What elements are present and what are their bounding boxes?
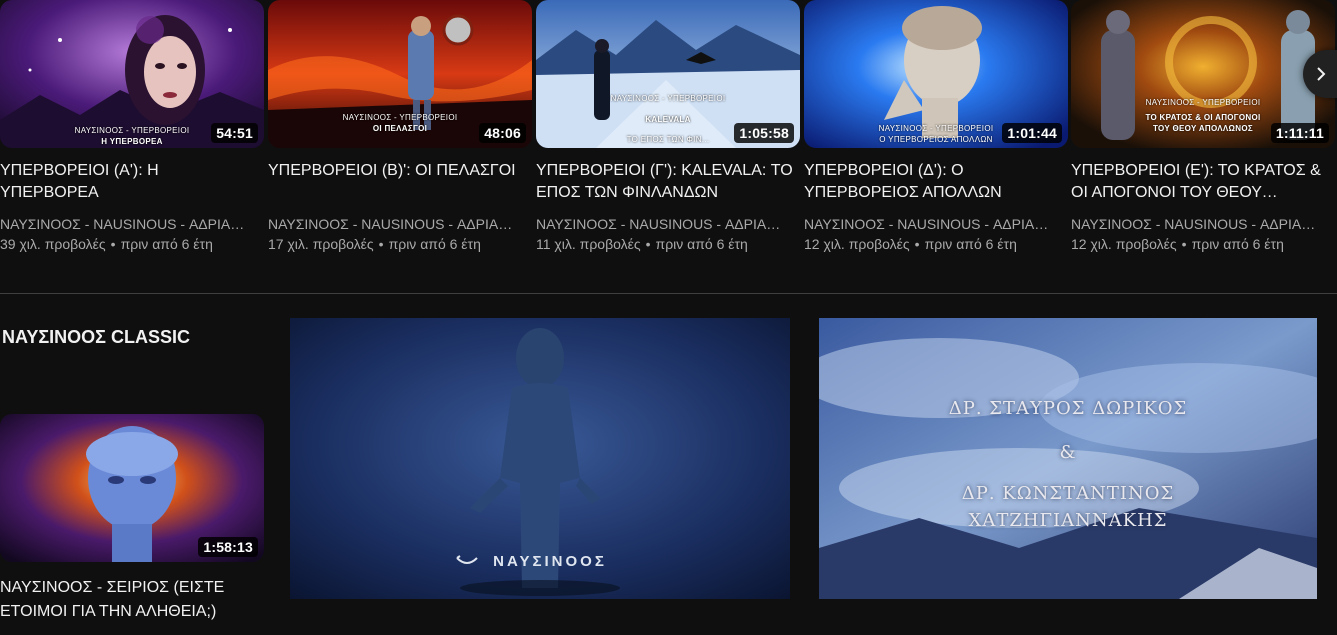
thumbnail-caption: ΝΑΥΣΙΝΟΟΣ - ΥΠΕΡΒΟΡΕΙΟΙ [1145,98,1261,107]
video-title[interactable]: ΥΠΕΡΒΟΡΕΙΟΙ (Ε'): ΤΟ ΚΡΑΤΟΣ & ΟΙ ΑΠΟΓΟΝΟ… [1071,160,1335,204]
upload-age: πριν από 6 έτη [655,236,748,252]
channel-name[interactable]: ΝΑΥΣΙΝΟΟΣ - NAUSINOUS - ΑΔΡΙΑΝΟΣ [268,214,520,234]
thumbnail-caption: ΤΟ ΚΡΑΤΟΣ & ΟΙ ΑΠΟΓΟΝΟΙ [1145,113,1261,122]
channel-name[interactable]: ΝΑΥΣΙΝΟΟΣ - NAUSINOUS - ΑΔΡΙΑΝΟΣ [536,214,788,234]
duration-badge: 1:58:13 [198,537,258,557]
video-title[interactable]: ΥΠΕΡΒΟΡΕΙΟΙ (Δ'): Ο ΥΠΕΡΒΟΡΕΙΟΣ ΑΠΟΛΛΩΝ [804,160,1068,204]
video-metadata: 11 χιλ. προβολές • πριν από 6 έτη [536,234,800,254]
video-card[interactable]: ΝΑΥΣΙΝΟΟΣ - ΥΠΕΡΒΟΡΕΙΟΙ Η ΥΠΕΡΒΟΡΕΑ 54:5… [0,0,264,254]
brand-label: ΝΑΥΣΙΝΟΟΣ [493,553,607,570]
upload-age: πριν από 6 έτη [120,236,213,252]
video-card[interactable]: ΝΑΥΣΙΝΟΟΣ - ΥΠΕΡΒΟΡΕΙΟΙ ΟΙ ΠΕΛΑΣΓΟΙ 48:0… [268,0,532,254]
video-thumbnail[interactable]: ΝΑΥΣΙΝΟΟΣ - ΥΠΕΡΒΟΡΕΙΟΙ ΤΟ ΚΡΑΤΟΣ & ΟΙ Α… [1071,0,1335,148]
thumbnail-caption: ΝΑΥΣΙΝΟΟΣ - ΥΠΕΡΒΟΡΕΙΟΙ [610,94,726,103]
duration-badge: 1:05:58 [734,123,794,143]
featured-video-preview[interactable]: ΔΡ. ΣΤΑΥΡΟΣ ΔΩΡΙΚΟΣ & ΔΡ. ΚΩΝΣΤΑΝΤΙΝΟΣ Χ… [819,318,1317,599]
upload-age: πριν από 6 έτη [388,236,481,252]
credit-line: & [1059,442,1077,463]
video-title[interactable]: ΥΠΕΡΒΟΡΕΙΟΙ (Α'): Η ΥΠΕΡΒΟΡΕΑ [0,160,264,204]
credit-line: ΔΡ. ΣΤΑΥΡΟΣ ΔΩΡΙΚΟΣ [948,398,1188,419]
duration-badge: 54:51 [211,123,258,143]
video-thumbnail[interactable]: ΝΑΥΣΙΝΟΟΣ - ΥΠΕΡΒΟΡΕΙΟΙ Η ΥΠΕΡΒΟΡΕΑ 54:5… [0,0,264,148]
video-thumbnail[interactable]: 1:58:13 [0,414,264,562]
video-metadata: 17 χιλ. προβολές • πριν από 6 έτη [268,234,532,254]
view-count: 39 χιλ. προβολές [0,236,106,252]
video-card[interactable]: ΝΑΥΣΙΝΟΟΣ - ΥΠΕΡΒΟΡΕΙΟΙ ΤΟ ΚΡΑΤΟΣ & ΟΙ Α… [1071,0,1335,254]
channel-name[interactable]: ΝΑΥΣΙΝΟΟΣ - NAUSINOUS - ΑΔΡΙΑΝΟΣ [1071,214,1323,234]
chevron-right-icon [1317,67,1326,81]
separator-dot: • [914,236,920,252]
separator-dot: • [110,236,116,252]
video-title[interactable]: ΥΠΕΡΒΟΡΕΙΟΙ (Β)': ΟΙ ΠΕΛΑΣΓΟΙ [268,160,532,204]
featured-video-player[interactable]: ΝΑΥΣΙΝΟΟΣ [290,318,790,599]
video-thumbnail[interactable]: ΝΑΥΣΙΝΟΟΣ - ΥΠΕΡΒΟΡΕΙΟΙ Ο ΥΠΕΡΒΟΡΕΙΟΣ ΑΠ… [804,0,1068,148]
thumbnail-caption: ΝΑΥΣΙΝΟΟΣ - ΥΠΕΡΒΟΡΕΙΟΙ [342,113,458,122]
credit-line: ΧΑΤΖΗΓΙΑΝΝΑΚΗΣ [968,510,1168,531]
credit-line: ΔΡ. ΚΩΝΣΤΑΝΤΙΝΟΣ [961,483,1175,504]
video-metadata: 12 χιλ. προβολές • πριν από 6 έτη [1071,234,1335,254]
section-divider [0,293,1337,294]
video-card[interactable]: ΝΑΥΣΙΝΟΟΣ - ΥΠΕΡΒΟΡΕΙΟΙ Ο ΥΠΕΡΒΟΡΕΙΟΣ ΑΠ… [804,0,1068,254]
separator-dot: • [645,236,651,252]
duration-badge: 1:11:11 [1270,123,1329,143]
view-count: 17 χιλ. προβολές [268,236,374,252]
video-thumbnail[interactable]: ΝΑΥΣΙΝΟΟΣ - ΥΠΕΡΒΟΡΕΙΟΙ KALEVALA ΤΟ ΕΠΟΣ… [536,0,800,148]
video-title[interactable]: ΥΠΕΡΒΟΡΕΙΟΙ (Γ'): KALEVALA: ΤΟ ΕΠΟΣ ΤΩΝ … [536,160,800,204]
video-card[interactable]: ΝΑΥΣΙΝΟΟΣ - ΥΠΕΡΒΟΡΕΙΟΙ KALEVALA ΤΟ ΕΠΟΣ… [536,0,800,254]
video-metadata: 12 χιλ. προβολές • πριν από 6 έτη [804,234,1068,254]
duration-badge: 48:06 [479,123,526,143]
video-shelf: ΝΑΥΣΙΝΟΟΣ - ΥΠΕΡΒΟΡΕΙΟΙ Η ΥΠΕΡΒΟΡΕΑ 54:5… [0,0,1337,265]
view-count: 11 χιλ. προβολές [536,236,641,252]
video-title[interactable]: ΝΑΥΣΙΝΟΟΣ - ΣΕΙΡΙΟΣ (ΕΙΣΤΕ ΕΤΟΙΜΟΙ ΓΙΑ Τ… [0,576,264,624]
upload-age: πριν από 6 έτη [924,236,1017,252]
separator-dot: • [1181,236,1187,252]
channel-name[interactable]: ΝΑΥΣΙΝΟΟΣ - NAUSINOUS - ΑΔΡΙΑΝΟΣ [804,214,1056,234]
view-count: 12 χιλ. προβολές [804,236,910,252]
video-card[interactable]: 1:58:13 ΝΑΥΣΙΝΟΟΣ - ΣΕΙΡΙΟΣ (ΕΙΣΤΕ ΕΤΟΙΜ… [0,414,264,624]
view-count: 12 χιλ. προβολές [1071,236,1177,252]
upload-age: πριν από 6 έτη [1191,236,1284,252]
channel-name[interactable]: ΝΑΥΣΙΝΟΟΣ - NAUSINOUS - ΑΔΡΙΑΝΟΣ [0,214,252,234]
duration-badge: 1:01:44 [1002,123,1062,143]
separator-dot: • [378,236,384,252]
section-title[interactable]: ΝΑΥΣΙΝΟΟΣ CLASSIC [2,325,190,349]
video-metadata: 39 χιλ. προβολές • πριν από 6 έτη [0,234,264,254]
video-thumbnail[interactable]: ΝΑΥΣΙΝΟΟΣ - ΥΠΕΡΒΟΡΕΙΟΙ ΟΙ ΠΕΛΑΣΓΟΙ 48:0… [268,0,532,148]
